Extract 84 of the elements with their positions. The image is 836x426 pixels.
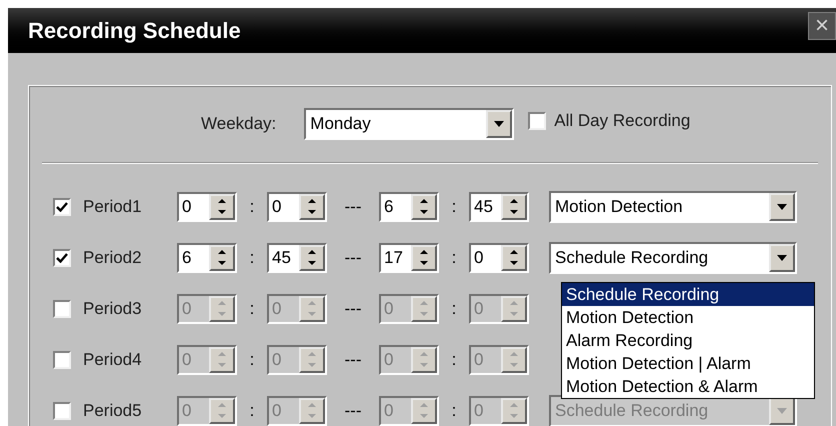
window-title: Recording Schedule bbox=[28, 17, 241, 45]
dash: --- bbox=[344, 246, 362, 269]
spinner-value: 0 bbox=[271, 348, 282, 370]
dash: --- bbox=[344, 400, 362, 422]
spinner-value: 0 bbox=[271, 400, 282, 422]
spinner-value: 0 bbox=[383, 348, 394, 370]
spinner-buttons[interactable] bbox=[299, 194, 325, 220]
time-spinner[interactable]: 6 bbox=[379, 192, 439, 222]
colon: : bbox=[250, 298, 254, 320]
dash: --- bbox=[344, 348, 362, 371]
weekday-label: Weekday: bbox=[201, 113, 276, 136]
dropdown-button[interactable] bbox=[486, 110, 512, 138]
spinner-buttons[interactable] bbox=[299, 244, 325, 270]
spinner-value: 0 bbox=[473, 400, 484, 422]
spinner-value: 45 bbox=[473, 196, 494, 218]
spinner-value: 0 bbox=[473, 348, 484, 370]
colon: : bbox=[250, 196, 254, 218]
spinner-value: 0 bbox=[271, 196, 282, 218]
time-spinner[interactable]: 0 bbox=[177, 192, 237, 222]
caret-icon bbox=[777, 408, 787, 414]
select-value: Schedule Recording bbox=[554, 246, 710, 268]
spinner-value: 0 bbox=[473, 298, 484, 320]
period-label: Period4 bbox=[83, 348, 143, 371]
spinner-value: 0 bbox=[383, 298, 394, 320]
dash: --- bbox=[344, 196, 362, 218]
spinner-buttons[interactable] bbox=[209, 194, 235, 220]
time-spinner[interactable]: 0 bbox=[469, 242, 529, 272]
colon: : bbox=[250, 348, 254, 371]
colon: : bbox=[250, 400, 254, 422]
all-day-label: All Day Recording bbox=[554, 110, 690, 132]
checkbox[interactable] bbox=[53, 402, 71, 420]
checkbox[interactable] bbox=[53, 300, 71, 318]
dash: --- bbox=[344, 298, 362, 320]
spinner-value: 6 bbox=[383, 196, 394, 218]
colon: : bbox=[452, 348, 456, 371]
colon: : bbox=[452, 298, 456, 320]
mode-select[interactable]: Motion Detection bbox=[549, 190, 797, 222]
period-label: Period1 bbox=[83, 196, 143, 218]
caret-icon bbox=[777, 204, 787, 210]
caret-icon bbox=[494, 121, 504, 127]
weekday-select[interactable]: Monday bbox=[304, 108, 514, 140]
spinner-buttons[interactable] bbox=[501, 244, 527, 270]
colon: : bbox=[250, 246, 254, 269]
dropdown-button[interactable] bbox=[769, 192, 795, 220]
spinner-value: 0 bbox=[181, 348, 192, 370]
select-value: Motion Detection bbox=[554, 196, 684, 218]
mode-select[interactable]: Schedule Recording bbox=[549, 242, 797, 274]
spinner-buttons[interactable] bbox=[411, 244, 437, 270]
spinner-value: 0 bbox=[383, 400, 394, 422]
spinner-value: 0 bbox=[473, 246, 484, 268]
period-label: Period2 bbox=[83, 246, 143, 269]
dropdown-option[interactable]: Alarm Recording bbox=[562, 329, 814, 352]
colon: : bbox=[452, 246, 456, 269]
checkbox[interactable] bbox=[53, 198, 71, 216]
time-spinner[interactable]: 0 bbox=[267, 192, 327, 222]
dropdown-button[interactable] bbox=[769, 244, 795, 272]
colon: : bbox=[452, 196, 456, 218]
time-spinner[interactable]: 45 bbox=[267, 242, 327, 272]
dropdown-option[interactable]: Motion Detection | Alarm bbox=[562, 352, 814, 375]
colon: : bbox=[452, 400, 456, 422]
close-button[interactable]: × bbox=[808, 12, 836, 40]
spinner-value: 17 bbox=[383, 246, 404, 268]
spinner-value: 45 bbox=[271, 246, 292, 268]
spinner-value: 0 bbox=[181, 298, 192, 320]
spinner-buttons[interactable] bbox=[501, 194, 527, 220]
dropdown-option[interactable]: Motion Detection bbox=[562, 306, 814, 329]
spinner-value: 0 bbox=[271, 298, 282, 320]
time-spinner[interactable]: 45 bbox=[469, 192, 529, 222]
spinner-value: 0 bbox=[181, 400, 192, 422]
spinner-value: 6 bbox=[181, 246, 192, 268]
caret-icon bbox=[777, 254, 787, 260]
spinner-value: 0 bbox=[181, 196, 192, 218]
select-value: Monday bbox=[309, 113, 372, 135]
checkbox[interactable] bbox=[528, 112, 546, 130]
dropdown-option[interactable]: Schedule Recording bbox=[562, 283, 814, 306]
time-spinner[interactable]: 6 bbox=[177, 242, 237, 272]
period-label: Period5 bbox=[83, 400, 143, 422]
period-label: Period3 bbox=[83, 298, 143, 320]
spinner-buttons[interactable] bbox=[209, 244, 235, 270]
checkbox[interactable] bbox=[53, 350, 71, 368]
spinner-buttons[interactable] bbox=[411, 194, 437, 220]
checkbox[interactable] bbox=[53, 248, 71, 266]
select-value: Schedule Recording bbox=[554, 400, 710, 422]
time-spinner[interactable]: 17 bbox=[379, 242, 439, 272]
